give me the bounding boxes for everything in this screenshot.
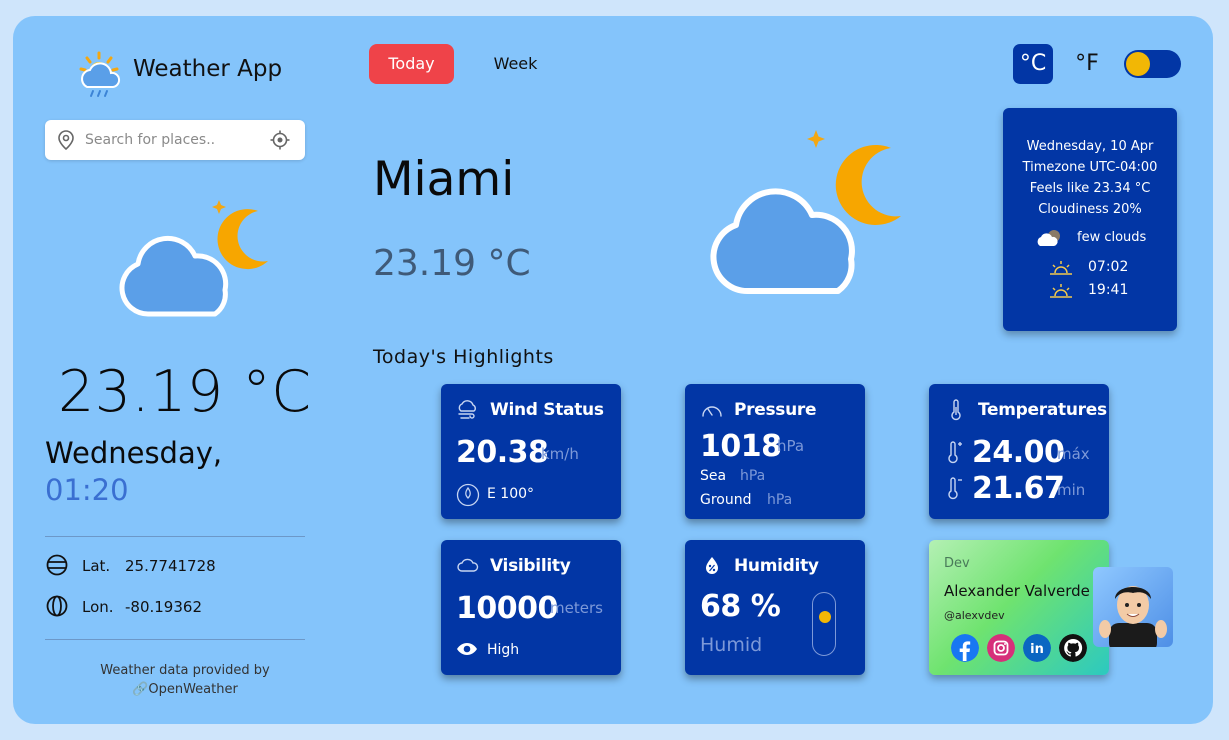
main-temperature: 23.19 °C (373, 243, 531, 284)
divider (45, 639, 305, 640)
thermometer-down-icon (948, 477, 962, 500)
info-feels-like: Feels like 23.34 °C (1029, 181, 1151, 196)
thermometer-icon (951, 399, 961, 421)
pressure-title: Pressure (734, 400, 817, 420)
ground-label: Ground (700, 492, 752, 508)
svg-text:in: in (1030, 642, 1044, 657)
gauge-icon (702, 406, 722, 417)
sidebar-day: Wednesday, (45, 436, 223, 470)
wind-direction: E 100° (487, 486, 535, 502)
divider (45, 536, 305, 537)
pressure-card: Pressure 1018 hPa Sea hPa Ground hPa (685, 384, 865, 519)
humidity-meter-dot (819, 611, 831, 624)
tab-today[interactable]: Today (369, 44, 454, 84)
temp-max-label: máx (1057, 445, 1090, 463)
thermometer-up-icon (948, 441, 962, 464)
cloud-icon (457, 558, 479, 572)
temp-min-label: min (1057, 481, 1086, 499)
humidity-title: Humidity (734, 556, 819, 576)
avatar (1093, 567, 1173, 647)
app-title: Weather App (133, 56, 283, 82)
info-timezone: Timezone UTC-04:00 (1022, 160, 1158, 175)
toggle-knob (1126, 52, 1150, 76)
pressure-unit: hPa (777, 437, 805, 455)
sunrise-time: 07:02 (1088, 259, 1129, 275)
visibility-unit: meters (550, 599, 603, 617)
location-pin-icon (58, 130, 74, 150)
temperatures-title: Temperatures (978, 400, 1107, 420)
visibility-card: Visibility 10000 meters High (441, 540, 621, 675)
temperatures-card: Temperatures 24.00 máx 21.67 min (929, 384, 1109, 519)
temp-min-value: 21.67 (972, 471, 1065, 506)
crosshair-icon[interactable] (270, 130, 290, 150)
developer-card: Dev Alexander Valverde @alexvdev in (929, 540, 1109, 675)
dev-label: Dev (944, 556, 970, 571)
github-icon[interactable] (1059, 634, 1087, 662)
visibility-value: 10000 (456, 591, 558, 626)
facebook-icon[interactable] (951, 634, 979, 662)
lat-label: Lat. (82, 557, 111, 575)
few-clouds-icon (1037, 230, 1060, 246)
wind-card: Wind Status 20.38 km/h E 100° (441, 384, 621, 519)
credit-link-label: OpenWeather (148, 682, 238, 697)
instagram-icon[interactable] (987, 634, 1015, 662)
highlights-title: Today's Highlights (373, 346, 554, 368)
visibility-level: High (487, 642, 520, 658)
info-cloudiness: Cloudiness 20% (1038, 202, 1142, 217)
info-date: Wednesday, 10 Apr (1026, 139, 1154, 154)
celsius-button[interactable]: °C (1013, 44, 1053, 84)
city-name: Miami (373, 152, 515, 207)
eye-icon (457, 643, 477, 655)
latitude-icon (46, 554, 68, 576)
tab-week[interactable]: Week (483, 44, 548, 84)
app-container: Weather App 23.19 °C Wednesday, 01:20 La… (13, 16, 1213, 724)
sea-label: Sea (700, 468, 727, 484)
credit-link[interactable]: 🔗OpenWeather (45, 680, 325, 699)
wind-title: Wind Status (490, 400, 604, 420)
weather-info-card: Wednesday, 10 Apr Timezone UTC-04:00 Fee… (1003, 108, 1177, 331)
search-input[interactable] (85, 128, 265, 152)
search-box[interactable] (45, 120, 305, 160)
wind-unit: km/h (541, 445, 579, 463)
wind-cloud-icon (458, 400, 476, 419)
longitude-icon (46, 595, 68, 617)
dev-name: Alexander Valverde (944, 582, 1090, 600)
data-credit: Weather data provided by 🔗OpenWeather (45, 661, 325, 699)
dev-handle: @alexvdev (944, 609, 1005, 622)
pressure-value: 1018 (700, 429, 782, 464)
lon-label: Lon. (82, 598, 114, 616)
humidity-meter (812, 592, 836, 656)
credit-text: Weather data provided by (100, 663, 270, 678)
humidity-card: Humidity 68 % Humid (685, 540, 865, 675)
wind-value: 20.38 (456, 435, 549, 470)
linkedin-icon[interactable]: in (1023, 634, 1051, 662)
lon-value: -80.19362 (125, 598, 202, 616)
lat-value: 25.7741728 (125, 557, 216, 575)
sea-unit: hPa (740, 468, 766, 484)
visibility-title: Visibility (490, 556, 571, 576)
cloud-moon-icon (710, 130, 901, 295)
theme-toggle[interactable] (1124, 50, 1181, 78)
humidity-drop-icon (706, 557, 718, 574)
ground-unit: hPa (767, 492, 793, 508)
sidebar-time: 01:20 (45, 473, 129, 507)
humidity-label: Humid (700, 634, 763, 656)
sunset-icon (1050, 284, 1072, 298)
cloud-moon-icon (119, 200, 268, 317)
link-icon: 🔗 (132, 682, 149, 697)
sunrise-icon (1050, 261, 1072, 275)
humidity-value: 68 % (700, 589, 781, 624)
cloud-sun-rain-icon (79, 51, 121, 97)
temp-max-value: 24.00 (972, 435, 1065, 470)
fahrenheit-button[interactable]: °F (1067, 44, 1107, 84)
info-description: few clouds (1077, 230, 1147, 245)
sunset-time: 19:41 (1088, 282, 1129, 298)
avatar-illustration (1099, 586, 1167, 647)
sidebar-temperature: 23.19 °C (58, 359, 312, 425)
compass-icon (456, 483, 480, 507)
